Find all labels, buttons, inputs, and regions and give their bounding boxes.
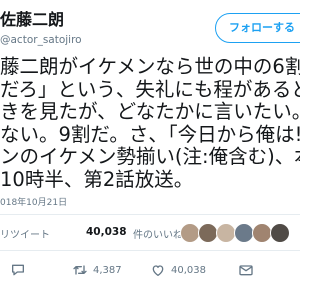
reply-button[interactable]	[10, 259, 31, 281]
avatar[interactable]	[180, 223, 200, 243]
display-name[interactable]: 佐藤二朗	[0, 10, 64, 30]
avatar[interactable]	[270, 223, 290, 243]
like-count: 40,038	[171, 264, 206, 276]
retweet-icon	[73, 265, 87, 275]
tweet-text: 藤二朗がイケメンなら世の中の6割が だろ」という、失礼にも程があるどな きを見た…	[0, 55, 300, 192]
tweet-line: 藤二朗がイケメンなら世の中の6割が	[0, 55, 300, 78]
avatar[interactable]	[198, 223, 218, 243]
divider	[0, 214, 300, 215]
avatar[interactable]	[216, 223, 236, 243]
retweet-button[interactable]: 4,387	[72, 259, 122, 281]
tweet-line: 10時半、第2話放送。	[0, 167, 194, 191]
tweet-line: きを見たが、どなたかに言いたい。6	[0, 100, 300, 124]
liker-avatars	[180, 221, 300, 245]
avatar[interactable]	[234, 223, 254, 243]
divider	[0, 250, 300, 251]
follow-button[interactable]: フォローする	[215, 13, 300, 43]
retweet-count: 4,387	[93, 264, 122, 276]
avatar[interactable]	[252, 223, 272, 243]
tweet-timestamp[interactable]: 018年10月21日	[0, 195, 67, 208]
tweet-actions: 4,387 40,038	[0, 259, 300, 281]
dm-button[interactable]	[238, 259, 254, 281]
tweet-line: だろ」という、失礼にも程があるどな	[0, 77, 300, 101]
reply-icon	[12, 264, 24, 276]
like-button[interactable]: 40,038	[150, 259, 206, 281]
likes-stat-count[interactable]: 40,038	[86, 226, 127, 238]
heart-icon	[152, 265, 164, 276]
tweet-line: ンのイケメン勢揃い(注:俺含む)、本日	[0, 145, 300, 169]
stats-row: リツイート 40,038 件のいいね	[0, 221, 300, 245]
likes-stat-label[interactable]: 件のいいね	[133, 226, 183, 241]
user-handle[interactable]: @actor_satojiro	[0, 33, 82, 47]
mail-icon	[239, 265, 253, 276]
retweet-stat-label[interactable]: リツイート	[0, 226, 50, 241]
tweet-card: 佐藤二朗 @actor_satojiro フォローする 藤二朗がイケメンなら世の…	[0, 0, 300, 300]
tweet-line: ない。9割だ。さ、「今日から俺は!!」	[0, 122, 300, 146]
